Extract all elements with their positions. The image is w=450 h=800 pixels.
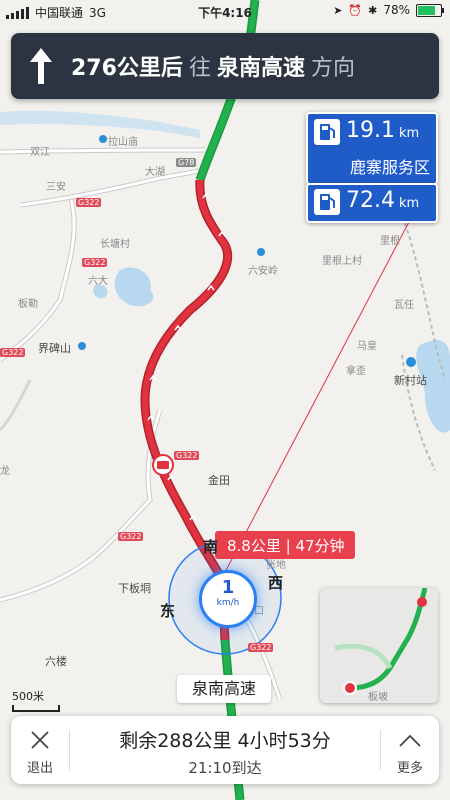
battery-percent: 78%: [383, 3, 410, 17]
chevron-up-icon: [399, 734, 421, 747]
more-button[interactable]: 更多: [381, 716, 439, 784]
road-tag: G322: [82, 258, 108, 267]
alarm-icon: ⏰: [348, 3, 363, 17]
instruction-road: 泉南高速: [216, 56, 305, 81]
speed-value: 1: [221, 577, 235, 598]
instruction-direction: 方向: [310, 56, 355, 81]
scale-bar: 500米: [12, 688, 60, 712]
place-label: 里根: [380, 236, 400, 247]
service-area-card[interactable]: 72.4 km: [306, 183, 438, 223]
place-label: 大湖: [145, 167, 165, 178]
road: [0, 409, 163, 603]
place-label: 六大: [88, 276, 108, 287]
river: [0, 110, 200, 138]
remaining-distance-time: 剩余288公里 4小时53分: [119, 730, 331, 752]
compass-east: 东: [160, 602, 176, 620]
place-label: 瓦任: [394, 300, 414, 311]
location-icon: ➤: [333, 3, 343, 17]
status-bar: 中国联通 3G 下午4:16 ➤ ⏰ ✱ 78%: [0, 0, 450, 24]
place-label: 拉山庙: [108, 137, 138, 148]
road-tag: G322: [76, 198, 102, 207]
place-label: 三安: [46, 182, 66, 193]
poi-marker: [406, 357, 416, 367]
service-area-card[interactable]: 19.1 km 鹿寨服务区: [306, 112, 438, 185]
gas-pump-icon: [314, 189, 340, 215]
road-tag: G322: [248, 643, 274, 652]
bluetooth-icon: ✱: [368, 3, 378, 17]
road-tag: G78: [176, 158, 197, 167]
poi-marker: [257, 248, 265, 256]
road-tag: G322: [0, 348, 26, 357]
close-icon: [31, 731, 49, 749]
place-label: 金田: [208, 474, 230, 487]
place-label: 里根上村: [322, 256, 362, 267]
place-label: 长塘村: [100, 239, 130, 250]
current-speed-indicator[interactable]: 1 km/h: [199, 570, 257, 628]
road: [0, 194, 76, 362]
service-area-unit: km: [398, 126, 420, 141]
instruction-connector: 往: [188, 56, 211, 81]
place-label: 双江: [30, 147, 50, 158]
poi-marker: [78, 342, 86, 350]
navigation-bottom-bar: 退出 剩余288公里 4小时53分 21:10到达 更多: [11, 716, 439, 784]
place-label: 界碑山: [38, 342, 71, 355]
exit-label: 退出: [26, 761, 53, 776]
place-label: 下板垌: [118, 582, 151, 595]
road-tag: G322: [174, 451, 200, 460]
route-overview-minimap[interactable]: 板坡: [320, 588, 438, 703]
trip-summary: 剩余288公里 4小时53分 21:10到达: [81, 726, 369, 778]
lake: [114, 267, 154, 307]
road: [0, 194, 77, 362]
place-label: 板坡: [368, 692, 388, 703]
place-label: 新村站: [394, 374, 427, 387]
road: [0, 409, 162, 602]
place-label: 马皇: [357, 341, 377, 352]
turn-instruction-panel[interactable]: 276公里后 往 泉南高速 方向: [11, 33, 439, 99]
compass-west: 西: [268, 574, 284, 592]
road-tag: G322: [118, 532, 144, 541]
compass-south: 南: [203, 538, 219, 556]
service-area-distance: 72.4: [346, 188, 395, 213]
exit-button[interactable]: 退出: [11, 716, 69, 784]
service-area-name: 鹿寨服务区: [349, 158, 430, 177]
battery-icon: [416, 3, 444, 17]
straight-arrow-icon: [11, 48, 71, 84]
place-label: 六楼: [45, 655, 67, 668]
gas-pump-icon: [314, 119, 340, 145]
instruction-distance: 276公里后: [71, 56, 183, 81]
service-area-unit: km: [398, 196, 420, 211]
speed-unit: km/h: [216, 598, 240, 608]
scale-text: 500米: [12, 690, 44, 703]
place-label: 拿歪: [346, 366, 366, 377]
more-label: 更多: [396, 761, 423, 776]
camera-marker: [152, 454, 174, 476]
poi-marker: [99, 135, 107, 143]
place-label: 六安岭: [248, 266, 278, 277]
arrival-time: 21:10到达: [188, 759, 262, 777]
service-area-distance: 19.1: [346, 118, 395, 143]
road: [0, 379, 32, 432]
place-label: 板勒: [18, 299, 38, 310]
place-label: 龙: [0, 466, 10, 477]
route-segment-bubble[interactable]: 8.8公里 | 47分钟: [215, 531, 355, 559]
current-road-label: 泉南高速: [177, 675, 271, 703]
